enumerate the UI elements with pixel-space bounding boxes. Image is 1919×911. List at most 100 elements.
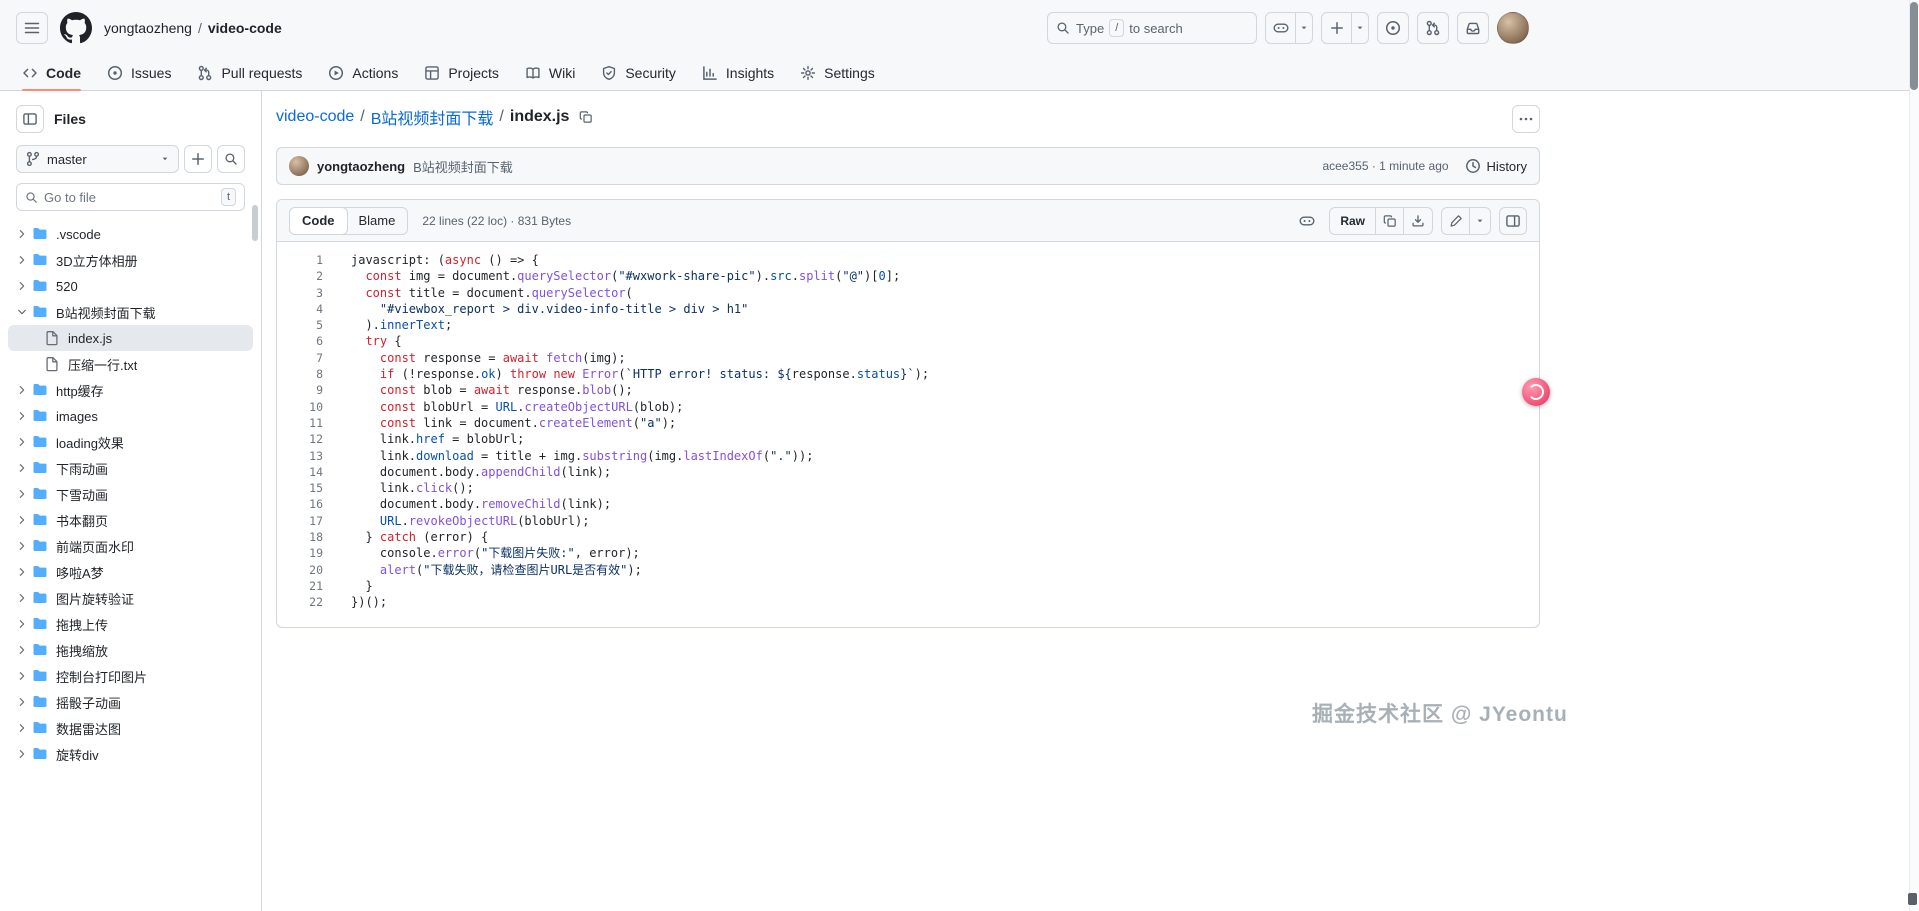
tree-item-下雨动画[interactable]: 下雨动画 [8, 455, 253, 481]
sidebar-scrollbar-thumb[interactable] [252, 205, 258, 241]
line-number[interactable]: 3 [277, 285, 339, 301]
go-to-file-input[interactable] [44, 189, 215, 205]
folder-icon [33, 722, 47, 733]
copilot-code-button[interactable] [1293, 207, 1321, 235]
line-number[interactable]: 22 [277, 594, 339, 610]
line-number[interactable]: 19 [277, 545, 339, 561]
github-logo[interactable] [60, 12, 92, 44]
page-scrollbar-nub[interactable] [1908, 893, 1917, 905]
copy-raw-button[interactable] [1376, 207, 1404, 234]
tree-item-摇骰子动画[interactable]: 摇骰子动画 [8, 689, 253, 715]
code-line: const link = document.createElement("a")… [379, 415, 677, 430]
raw-button[interactable]: Raw [1330, 207, 1376, 234]
issues-button[interactable] [1377, 12, 1409, 44]
code-line-row: 11 const link = document.createElement("… [277, 415, 1539, 431]
copilot-button[interactable] [1265, 12, 1313, 44]
issue-opened-icon [107, 65, 123, 81]
tree-item-压缩一行.txt[interactable]: 压缩一行.txt [8, 351, 253, 377]
download-raw-button[interactable] [1404, 208, 1432, 234]
line-number[interactable]: 20 [277, 562, 339, 578]
tree-item-.vscode[interactable]: .vscode [8, 221, 253, 247]
code-line-row: 12 link.href = blobUrl; [277, 431, 1539, 447]
tab-code[interactable]: Code [12, 56, 91, 91]
floating-extension-button[interactable] [1522, 378, 1550, 406]
tree-item-下雪动画[interactable]: 下雪动画 [8, 481, 253, 507]
edit-file-button[interactable] [1442, 207, 1470, 234]
tree-item-图片旋转验证[interactable]: 图片旋转验证 [8, 585, 253, 611]
tree-item-520[interactable]: 520 [8, 273, 253, 299]
line-number[interactable]: 5 [277, 317, 339, 333]
tab-security[interactable]: Security [591, 56, 686, 90]
blame-toggle-button[interactable]: Blame [347, 208, 408, 234]
global-nav-menu-button[interactable] [16, 12, 48, 44]
commit-author[interactable]: yongtaozheng [317, 159, 405, 174]
tree-item-label: loading效果 [56, 435, 124, 451]
page-scrollbar-thumb[interactable] [1910, 2, 1918, 90]
history-button[interactable]: History [1465, 158, 1527, 174]
pull-requests-button[interactable] [1417, 12, 1449, 44]
go-to-file-box: t [16, 183, 245, 211]
line-number[interactable]: 11 [277, 415, 339, 431]
line-number[interactable]: 1 [277, 252, 339, 268]
line-number[interactable]: 6 [277, 333, 339, 349]
line-number[interactable]: 7 [277, 350, 339, 366]
search-placeholder-post: to search [1129, 20, 1183, 36]
line-number[interactable]: 17 [277, 513, 339, 529]
tree-item-哆啦A梦[interactable]: 哆啦A梦 [8, 559, 253, 585]
add-file-button[interactable] [184, 145, 212, 173]
line-number[interactable]: 14 [277, 464, 339, 480]
line-number[interactable]: 21 [277, 578, 339, 594]
tree-item-index.js[interactable]: index.js [8, 325, 253, 351]
tree-item-拖拽上传[interactable]: 拖拽上传 [8, 611, 253, 637]
tab-issues[interactable]: Issues [97, 56, 181, 90]
code-toggle-button[interactable]: Code [289, 206, 348, 235]
branch-selector-button[interactable]: master [16, 145, 179, 173]
edit-dropdown-button[interactable] [1470, 208, 1490, 234]
tree-item-images[interactable]: images [8, 403, 253, 429]
tree-item-旋转div[interactable]: 旋转div [8, 741, 253, 767]
copy-path-button[interactable] [579, 110, 593, 124]
tree-item-3D立方体相册[interactable]: 3D立方体相册 [8, 247, 253, 273]
notifications-button[interactable] [1457, 12, 1489, 44]
repo-link[interactable]: video-code [208, 20, 282, 36]
line-number[interactable]: 16 [277, 496, 339, 512]
tree-item-数据雷达图[interactable]: 数据雷达图 [8, 715, 253, 741]
line-number[interactable]: 2 [277, 268, 339, 284]
collapse-file-tree-button[interactable] [16, 105, 44, 133]
line-number[interactable]: 4 [277, 301, 339, 317]
tab-insights[interactable]: Insights [692, 56, 784, 90]
tab-wiki[interactable]: Wiki [515, 56, 585, 90]
more-options-button[interactable] [1512, 105, 1540, 133]
line-number[interactable]: 13 [277, 448, 339, 464]
breadcrumb-folder-link[interactable]: B站视频封面下载 [371, 105, 494, 129]
owner-link[interactable]: yongtaozheng [104, 20, 192, 36]
breadcrumb-repo-link[interactable]: video-code [276, 108, 354, 126]
commit-message[interactable]: B站视频封面下载 [413, 157, 513, 176]
tab-label: Settings [824, 65, 875, 81]
tree-item-loading效果[interactable]: loading效果 [8, 429, 253, 455]
tree-item-书本翻页[interactable]: 书本翻页 [8, 507, 253, 533]
tree-item-B站视频封面下载[interactable]: B站视频封面下载 [8, 299, 253, 325]
search-this-repo-button[interactable] [217, 145, 245, 173]
tree-item-前端页面水印[interactable]: 前端页面水印 [8, 533, 253, 559]
commit-author-avatar[interactable] [289, 156, 309, 176]
tab-projects[interactable]: Projects [414, 56, 509, 90]
line-number[interactable]: 12 [277, 431, 339, 447]
line-number[interactable]: 8 [277, 366, 339, 382]
tab-actions[interactable]: Actions [318, 56, 408, 90]
create-new-button[interactable] [1321, 12, 1369, 44]
symbols-panel-button[interactable] [1499, 206, 1527, 235]
user-avatar[interactable] [1497, 12, 1529, 44]
tree-item-http缓存[interactable]: http缓存 [8, 377, 253, 403]
header-search[interactable]: Type / to search [1047, 12, 1257, 44]
tree-item-控制台打印图片[interactable]: 控制台打印图片 [8, 663, 253, 689]
line-number[interactable]: 18 [277, 529, 339, 545]
tree-item-拖拽缩放[interactable]: 拖拽缩放 [8, 637, 253, 663]
tab-settings[interactable]: Settings [790, 56, 885, 90]
page-scrollbar[interactable] [1908, 0, 1919, 911]
line-number[interactable]: 10 [277, 399, 339, 415]
git-branch-icon [25, 151, 41, 167]
line-number[interactable]: 15 [277, 480, 339, 496]
line-number[interactable]: 9 [277, 382, 339, 398]
tab-pull-requests[interactable]: Pull requests [187, 56, 312, 90]
